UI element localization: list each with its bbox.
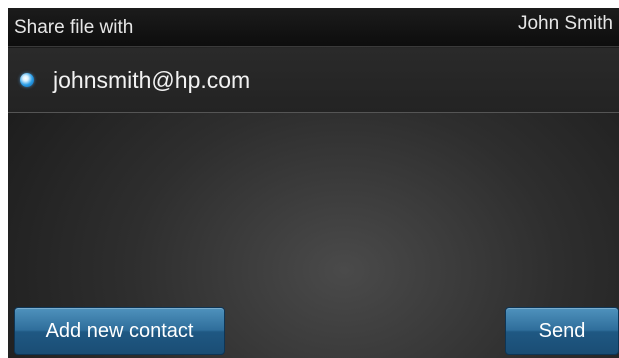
contact-list: johnsmith@hp.com — [8, 48, 619, 308]
user-name: John Smith — [517, 13, 613, 34]
add-new-contact-button[interactable]: Add new contact — [14, 307, 225, 355]
header-bar: Share file with John Smith — [8, 8, 619, 47]
share-file-screen: Share file with John Smith johnsmith@hp.… — [8, 8, 619, 358]
page-title: Share file with — [14, 17, 134, 38]
contact-email: johnsmith@hp.com — [53, 67, 251, 93]
radio-selected-icon[interactable] — [20, 73, 34, 87]
contact-list-item[interactable]: johnsmith@hp.com — [8, 48, 619, 113]
send-button[interactable]: Send — [505, 307, 619, 355]
